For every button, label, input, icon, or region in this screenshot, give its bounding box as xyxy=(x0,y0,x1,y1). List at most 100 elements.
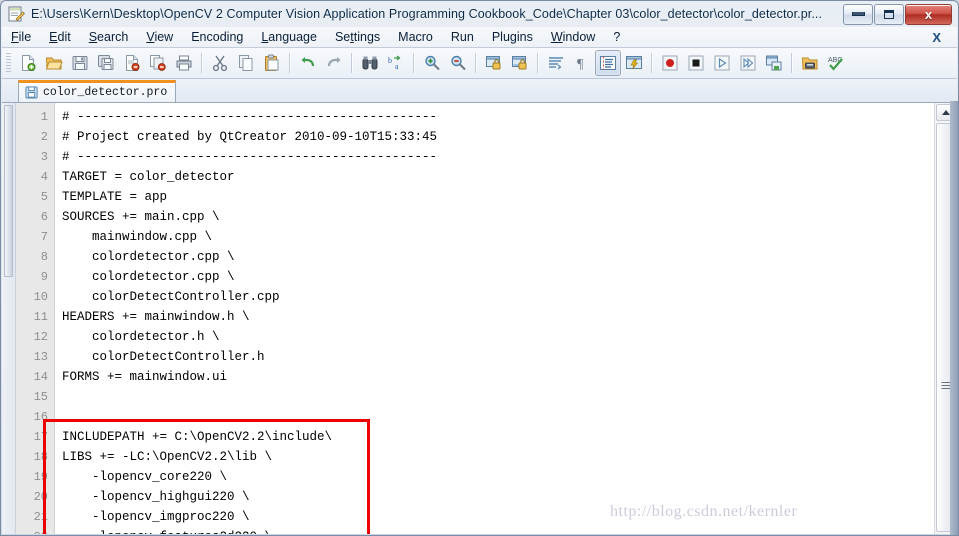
close-all-files-icon[interactable] xyxy=(145,50,171,76)
line-number: 16 xyxy=(33,410,48,424)
line-number: 2 xyxy=(40,130,48,144)
window-controls: x xyxy=(843,3,952,25)
toolbar-separator xyxy=(289,53,291,73)
toolbar-separator xyxy=(413,53,415,73)
code-line: -lopencv_core220 \ xyxy=(62,470,228,484)
code-line: mainwindow.cpp \ xyxy=(62,230,213,244)
find-binoculars-icon[interactable] xyxy=(357,50,383,76)
save-all-icon[interactable] xyxy=(93,50,119,76)
svg-text:b: b xyxy=(388,56,392,65)
record-macro-icon[interactable] xyxy=(657,50,683,76)
menu-settings[interactable]: Settings xyxy=(326,28,389,46)
tab-bar: color_detector.pro xyxy=(2,79,957,103)
line-number: 7 xyxy=(40,230,48,244)
spellcheck-abc-icon[interactable]: ABC xyxy=(823,50,849,76)
menu-run[interactable]: Run xyxy=(442,28,483,46)
code-line: LIBS += -LC:\OpenCV2.2\lib \ xyxy=(62,450,273,464)
cut-scissors-icon[interactable] xyxy=(207,50,233,76)
run-icon[interactable] xyxy=(797,50,823,76)
code-text[interactable]: # --------------------------------------… xyxy=(62,103,935,534)
minimize-button[interactable] xyxy=(843,3,873,25)
tab-color_detector-pro[interactable]: color_detector.pro xyxy=(18,80,177,102)
sync-horizontal-scroll-icon[interactable] xyxy=(507,50,533,76)
window-title: E:\Users\Kern\Desktop\OpenCV 2 Computer … xyxy=(31,7,823,21)
line-number: 11 xyxy=(33,310,48,324)
maximize-button[interactable] xyxy=(874,3,904,25)
menu-language[interactable]: Language xyxy=(252,28,326,46)
code-line: # --------------------------------------… xyxy=(62,110,438,124)
document-map-rail[interactable] xyxy=(2,103,16,534)
menu-macro[interactable]: Macro xyxy=(389,28,442,46)
notepadpp-window: E:\Users\Kern\Desktop\OpenCV 2 Computer … xyxy=(0,0,959,536)
toolbar-grip[interactable] xyxy=(6,52,11,74)
line-number: 17 xyxy=(33,430,48,444)
menu-bar: File Edit Search View Encoding Language … xyxy=(2,27,957,48)
notepad-document-icon xyxy=(7,5,25,23)
code-line: TARGET = color_detector xyxy=(62,170,235,184)
copy-icon[interactable] xyxy=(233,50,259,76)
document-map-thumb[interactable] xyxy=(4,105,13,277)
code-line: SOURCES += main.cpp \ xyxy=(62,210,220,224)
toolbar-separator xyxy=(201,53,203,73)
toolbar-separator xyxy=(791,53,793,73)
menu-edit[interactable]: Edit xyxy=(40,28,80,46)
play-macro-icon[interactable] xyxy=(709,50,735,76)
save-icon[interactable] xyxy=(67,50,93,76)
code-line: colorDetectController.cpp xyxy=(62,290,280,304)
menu-plugins[interactable]: Plugins xyxy=(483,28,542,46)
arrow-up-icon xyxy=(942,110,950,115)
toolbar: b a ¶ ABC xyxy=(2,48,957,79)
line-number: 19 xyxy=(33,470,48,484)
menu-window[interactable]: Window xyxy=(542,28,604,46)
line-number: 12 xyxy=(33,330,48,344)
line-number: 14 xyxy=(33,370,48,384)
menu-view[interactable]: View xyxy=(137,28,182,46)
undo-icon[interactable] xyxy=(295,50,321,76)
menu-file[interactable]: File xyxy=(2,28,40,46)
paste-icon[interactable] xyxy=(259,50,285,76)
print-icon[interactable] xyxy=(171,50,197,76)
word-wrap-icon[interactable] xyxy=(543,50,569,76)
code-line: # --------------------------------------… xyxy=(62,150,438,164)
replace-icon[interactable]: b a xyxy=(383,50,409,76)
svg-text:¶: ¶ xyxy=(577,57,584,72)
run-macro-multiple-icon[interactable] xyxy=(735,50,761,76)
line-number: 5 xyxy=(40,190,48,204)
line-number: 8 xyxy=(40,250,48,264)
zoom-in-icon[interactable] xyxy=(419,50,445,76)
line-number: 18 xyxy=(33,450,48,464)
code-line: FORMS += mainwindow.ui xyxy=(62,370,228,384)
zoom-out-icon[interactable] xyxy=(445,50,471,76)
close-window-button[interactable]: x xyxy=(905,3,952,25)
toolbar-separator xyxy=(537,53,539,73)
indent-guide-icon[interactable] xyxy=(595,50,621,76)
editor-area[interactable]: # --------------------------------------… xyxy=(2,103,957,534)
code-line: -lopencv_imgproc220 \ xyxy=(62,510,250,524)
fold-margin[interactable] xyxy=(55,103,62,534)
line-number: 20 xyxy=(33,490,48,504)
saved-file-icon xyxy=(25,86,38,99)
menu-search[interactable]: Search xyxy=(80,28,138,46)
sync-vertical-scroll-icon[interactable] xyxy=(481,50,507,76)
user-defined-dialog-icon[interactable] xyxy=(621,50,647,76)
line-number: 10 xyxy=(33,290,48,304)
line-number: 22 xyxy=(16,527,48,534)
open-folder-icon[interactable] xyxy=(41,50,67,76)
line-number: 4 xyxy=(40,170,48,184)
new-file-icon[interactable] xyxy=(15,50,41,76)
stop-macro-icon[interactable] xyxy=(683,50,709,76)
tab-label: color_detector.pro xyxy=(43,86,168,99)
svg-text:a: a xyxy=(395,62,399,71)
menu-encoding[interactable]: Encoding xyxy=(182,28,252,46)
title-bar: E:\Users\Kern\Desktop\OpenCV 2 Computer … xyxy=(1,1,958,27)
line-number: 3 xyxy=(40,150,48,164)
code-line: HEADERS += mainwindow.h \ xyxy=(62,310,250,324)
toolbar-separator xyxy=(475,53,477,73)
show-all-characters-icon[interactable]: ¶ xyxy=(569,50,595,76)
line-number: 6 xyxy=(40,210,48,224)
menu-help[interactable]: ? xyxy=(604,28,629,46)
save-macro-icon[interactable] xyxy=(761,50,787,76)
close-document-button[interactable]: X xyxy=(928,30,945,45)
close-file-icon[interactable] xyxy=(119,50,145,76)
redo-icon[interactable] xyxy=(321,50,347,76)
